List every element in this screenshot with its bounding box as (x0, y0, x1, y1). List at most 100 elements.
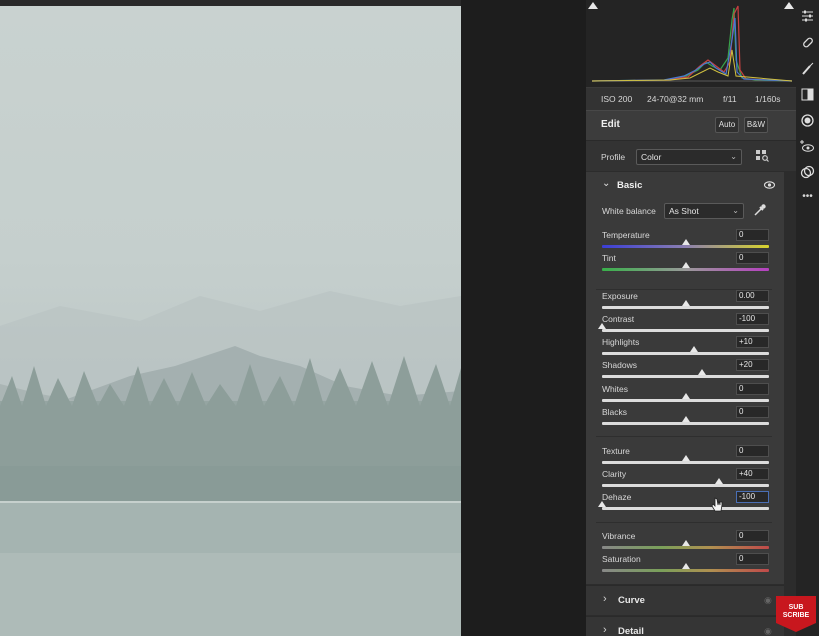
whites-slider-thumb[interactable] (681, 393, 690, 399)
aperture-value: f/11 (723, 94, 737, 104)
section-divider (596, 522, 772, 523)
histogram (586, 0, 796, 88)
tint-slider-track[interactable] (602, 268, 769, 271)
blacks-value-input[interactable]: 0 (736, 406, 769, 418)
blacks-slider-track[interactable] (602, 422, 769, 425)
presets-icon[interactable] (800, 165, 815, 180)
temperature-value-input[interactable]: 0 (736, 229, 769, 241)
highlight-clip-icon[interactable] (784, 2, 794, 9)
saturation-slider-track[interactable] (602, 569, 769, 572)
dehaze-label: Dehaze (602, 492, 632, 502)
lightroom-window: ISO 200 24-70@32 mm f/11 1/160s Edit Aut… (0, 0, 819, 636)
temperature-slider-track[interactable] (602, 245, 769, 248)
eye-icon[interactable]: ◉ (764, 626, 772, 636)
contrast-slider-row: Contrast -100 (586, 313, 784, 336)
clarity-slider-track[interactable] (602, 484, 769, 487)
exposure-slider-thumb[interactable] (681, 300, 690, 306)
basic-section: ⌄ Basic White balance As Shot ⌄ Temperat… (586, 172, 784, 584)
dehaze-slider-track[interactable] (602, 507, 769, 510)
canvas-margin (461, 0, 586, 636)
highlights-value-input[interactable]: +10 (736, 336, 769, 348)
white-balance-select[interactable]: As Shot ⌄ (664, 203, 744, 219)
tint-slider-row: Tint 0 (586, 252, 784, 275)
blacks-slider-row: Blacks 0 (586, 406, 784, 429)
redeye-icon[interactable] (800, 139, 815, 154)
profile-grid-icon[interactable] (756, 150, 769, 162)
eye-icon[interactable] (764, 181, 775, 189)
shadows-slider-thumb[interactable] (698, 369, 707, 375)
chevron-down-icon[interactable]: ⌄ (602, 178, 610, 189)
healing-icon[interactable] (800, 35, 815, 50)
auto-button[interactable]: Auto (715, 117, 739, 133)
exposure-value-input[interactable]: 0.00 (736, 290, 769, 302)
temperature-label: Temperature (602, 230, 650, 240)
whites-value-input[interactable]: 0 (736, 383, 769, 395)
vibrance-slider-row: Vibrance 0 (586, 530, 784, 553)
chevron-right-icon: › (603, 624, 607, 636)
tool-strip: ••• (796, 0, 819, 636)
temperature-slider-row: Temperature 0 (586, 229, 784, 252)
white-balance-label: White balance (602, 206, 656, 216)
section-divider (596, 436, 772, 437)
more-icon[interactable]: ••• (800, 189, 815, 204)
temperature-slider-thumb[interactable] (681, 239, 690, 245)
dehaze-value-input[interactable]: -100 (736, 491, 769, 503)
saturation-slider-row: Saturation 0 (586, 553, 784, 576)
vibrance-slider-thumb[interactable] (681, 540, 690, 546)
chevron-right-icon: › (603, 593, 607, 605)
detail-section[interactable]: › Detail ◉ (586, 616, 784, 636)
histogram-graph (591, 5, 793, 82)
photo-preview[interactable] (0, 6, 461, 636)
contrast-slider-thumb[interactable] (598, 323, 606, 329)
shadows-value-input[interactable]: +20 (736, 359, 769, 371)
highlights-slider-row: Highlights +10 (586, 336, 784, 359)
profile-value: Color (641, 152, 662, 162)
profile-select[interactable]: Color ⌄ (636, 149, 742, 165)
whites-slider-row: Whites 0 (586, 383, 784, 406)
texture-slider-track[interactable] (602, 461, 769, 464)
bw-button[interactable]: B&W (744, 117, 768, 133)
curve-section[interactable]: › Curve ◉ (586, 585, 784, 615)
whites-label: Whites (602, 384, 628, 394)
lens-value: 24-70@32 mm (647, 94, 704, 104)
iso-value: ISO 200 (601, 94, 633, 104)
highlights-label: Highlights (602, 337, 640, 347)
blacks-slider-thumb[interactable] (681, 416, 690, 422)
dehaze-slider-row: Dehaze -100 (586, 491, 784, 514)
brush-icon[interactable] (800, 61, 815, 76)
tint-slider-thumb[interactable] (681, 262, 690, 268)
highlights-slider-track[interactable] (602, 352, 769, 355)
eyedropper-icon[interactable] (753, 203, 767, 217)
vibrance-value-input[interactable]: 0 (736, 530, 769, 542)
texture-slider-thumb[interactable] (681, 455, 690, 461)
radial-icon[interactable] (800, 113, 815, 128)
subscribe-line2: SCRIBE (782, 612, 810, 619)
shadows-slider-track[interactable] (602, 375, 769, 378)
exposure-slider-track[interactable] (602, 306, 769, 309)
landscape-image (0, 291, 461, 636)
tint-value-input[interactable]: 0 (736, 252, 769, 264)
clarity-slider-thumb[interactable] (714, 478, 723, 484)
highlights-slider-thumb[interactable] (689, 346, 698, 352)
tint-label: Tint (602, 253, 616, 263)
dehaze-slider-thumb[interactable] (598, 501, 606, 507)
white-balance-value: As Shot (669, 206, 699, 216)
saturation-label: Saturation (602, 554, 641, 564)
saturation-value-input[interactable]: 0 (736, 553, 769, 565)
profile-row: Profile Color ⌄ (586, 140, 796, 171)
basic-title[interactable]: Basic (617, 180, 642, 191)
eye-icon[interactable]: ◉ (764, 595, 772, 606)
clarity-value-input[interactable]: +40 (736, 468, 769, 480)
contrast-value-input[interactable]: -100 (736, 313, 769, 325)
whites-slider-track[interactable] (602, 399, 769, 402)
hand-cursor-icon (711, 497, 723, 512)
shadow-clip-icon[interactable] (588, 2, 598, 9)
detail-title: Detail (618, 626, 644, 636)
texture-value-input[interactable]: 0 (736, 445, 769, 457)
panel-scrollbar[interactable] (784, 172, 796, 636)
gradient-icon[interactable] (800, 87, 815, 102)
saturation-slider-thumb[interactable] (681, 563, 690, 569)
sliders-icon[interactable] (800, 8, 815, 23)
contrast-slider-track[interactable] (602, 329, 769, 332)
vibrance-slider-track[interactable] (602, 546, 769, 549)
